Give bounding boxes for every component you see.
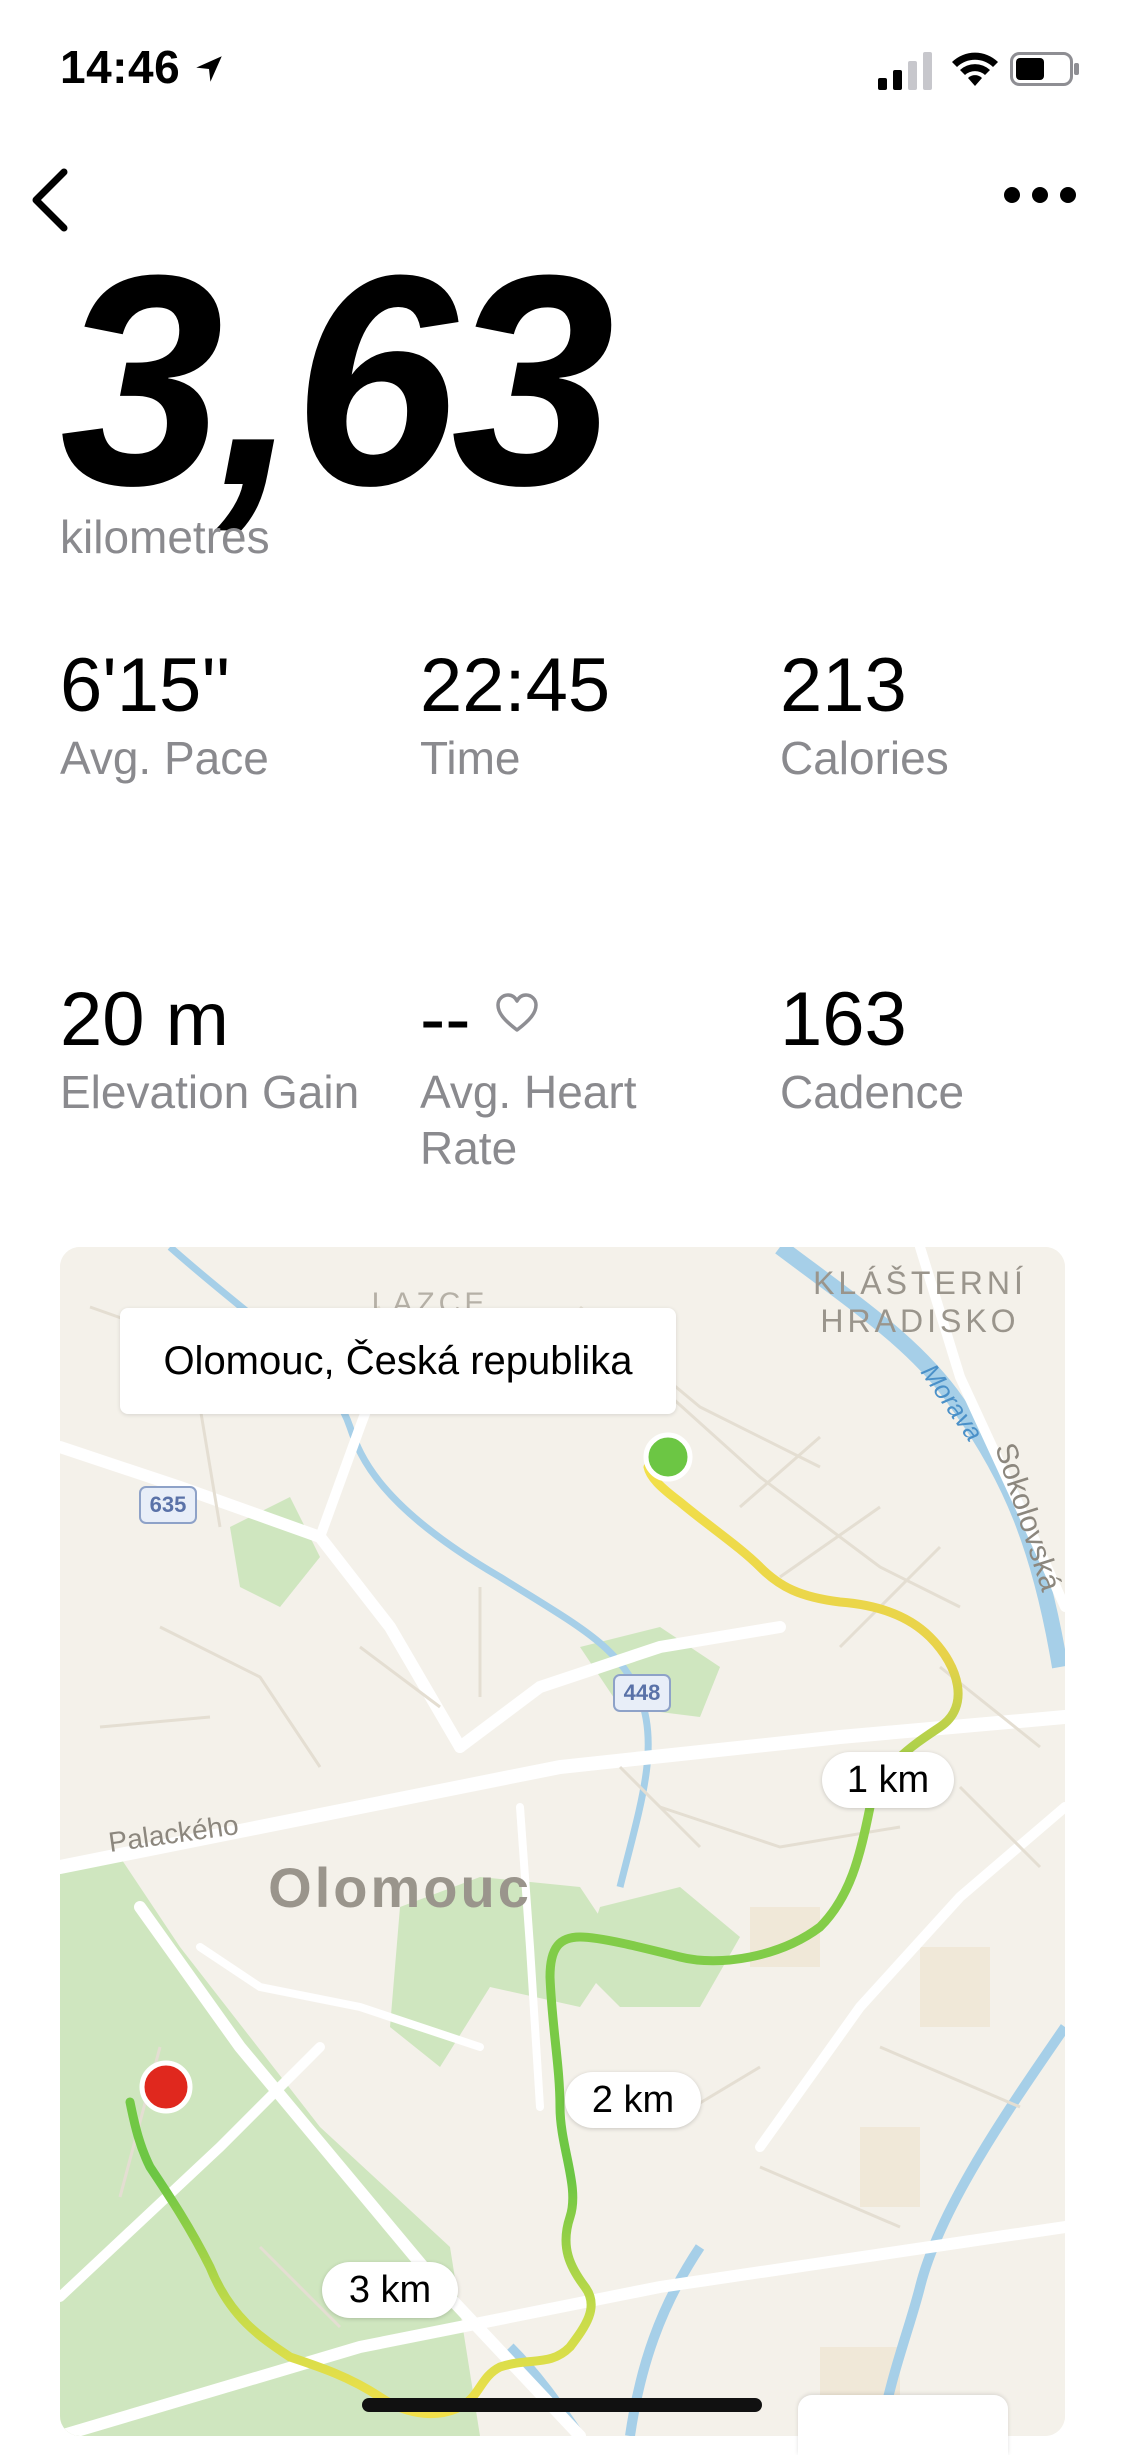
svg-text:448: 448 bbox=[624, 1680, 661, 1705]
time-label: Time bbox=[420, 732, 521, 784]
road-shield-448: 448 bbox=[613, 1674, 671, 1712]
ellipsis-icon[interactable] bbox=[1000, 180, 1080, 210]
cellular-signal-icon bbox=[878, 52, 932, 90]
city-label: Olomouc bbox=[268, 1856, 532, 1919]
district-label-line2: HRADISKO bbox=[820, 1303, 1019, 1339]
status-time: 14:46 bbox=[60, 41, 181, 93]
end-marker bbox=[139, 2060, 193, 2114]
heart-outline-icon bbox=[496, 993, 538, 1032]
start-marker bbox=[643, 1432, 693, 1482]
distance-value: 3,63 bbox=[60, 212, 615, 548]
cadence-label: Cadence bbox=[780, 1066, 965, 1118]
distance-unit: kilometres bbox=[60, 511, 270, 563]
cadence-value: 163 bbox=[780, 977, 907, 1062]
route-map[interactable]: 635 448 Olomouc KLÁŠTERNÍ HRADISKO LAZCE… bbox=[60, 1247, 1065, 2436]
map-location-label: Olomouc, Česká republika bbox=[120, 1308, 676, 1414]
calories-label: Calories bbox=[780, 732, 949, 784]
time-value: 22:45 bbox=[420, 643, 611, 728]
km-marker-1: 1 km bbox=[822, 1752, 954, 1808]
wifi-icon bbox=[952, 52, 998, 86]
avg-pace-label: Avg. Pace bbox=[60, 732, 269, 784]
avg-heart-rate-label: Avg. Heart Rate bbox=[420, 1066, 637, 1174]
district-label-line1: KLÁŠTERNÍ bbox=[813, 1265, 1027, 1301]
km-marker-2: 2 km bbox=[565, 2072, 701, 2128]
location-arrow-icon bbox=[196, 56, 222, 82]
home-indicator[interactable] bbox=[362, 2398, 762, 2412]
elevation-gain-value: 20 m bbox=[60, 977, 229, 1062]
elevation-gain-label: Elevation Gain bbox=[60, 1066, 360, 1118]
battery-icon bbox=[1010, 52, 1079, 86]
road-shield-635: 635 bbox=[139, 1486, 197, 1524]
avg-heart-rate-value: -- bbox=[420, 977, 471, 1062]
calories-value: 213 bbox=[780, 643, 907, 728]
avg-pace-value: 6'15'' bbox=[60, 643, 231, 728]
svg-text:635: 635 bbox=[150, 1492, 187, 1517]
km-marker-3: 3 km bbox=[322, 2262, 458, 2318]
map-expand-button[interactable] bbox=[798, 2395, 1008, 2455]
